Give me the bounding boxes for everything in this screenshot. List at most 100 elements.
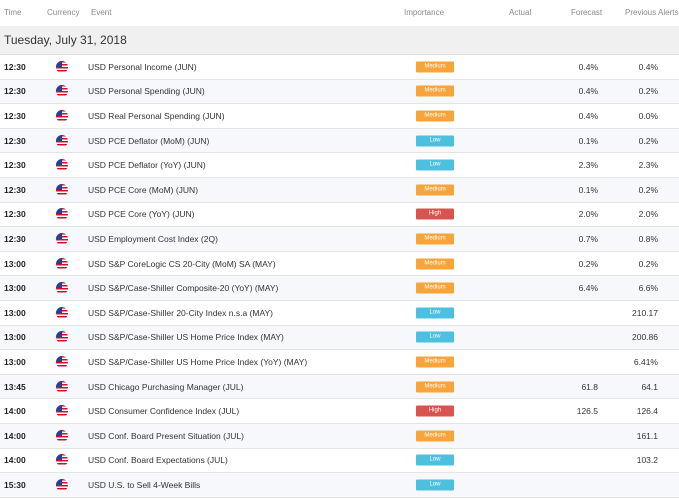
event-previous: 103.2	[636, 455, 658, 466]
importance-badge: High	[416, 405, 454, 417]
us-flag-icon	[56, 306, 68, 319]
table-row[interactable]: 12:30 USD PCE Deflator (MoM) (JUN) Low 0…	[0, 128, 679, 154]
table-row[interactable]: 14:00 USD Conf. Board Expectations (JUL)…	[0, 448, 679, 474]
event-time: 13:00	[4, 356, 26, 367]
event-previous: 0.4%	[638, 61, 658, 72]
event-name[interactable]: USD Conf. Board Present Situation (JUL)	[88, 431, 244, 441]
us-flag-icon	[56, 282, 68, 295]
event-name[interactable]: USD S&P/Case-Shiller US Home Price Index…	[88, 332, 284, 342]
event-name[interactable]: USD Chicago Purchasing Manager (JUL)	[88, 382, 243, 392]
us-flag-icon	[56, 380, 68, 393]
table-row[interactable]: 13:00 USD S&P/Case-Shiller US Home Price…	[0, 325, 679, 351]
event-time: 13:00	[4, 258, 26, 269]
event-forecast: 0.4%	[578, 110, 598, 121]
table-row[interactable]: 12:30 USD Personal Income (JUN) Medium 0…	[0, 55, 679, 80]
event-name[interactable]: USD Personal Income (JUN)	[88, 62, 197, 72]
header-previous[interactable]: Previous	[625, 8, 656, 17]
importance-badge: Medium	[416, 282, 454, 294]
event-name[interactable]: USD S&P/Case-Shiller Composite-20 (YoY) …	[88, 283, 278, 293]
event-forecast: 0.4%	[578, 61, 598, 72]
event-previous: 0.2%	[638, 184, 658, 195]
event-time: 12:30	[4, 135, 26, 146]
table-row[interactable]: 14:00 USD Consumer Confidence Index (JUL…	[0, 399, 679, 424]
table-row[interactable]: 12:30 USD Real Personal Spending (JUN) M…	[0, 104, 679, 129]
event-name[interactable]: USD PCE Deflator (YoY) (JUN)	[88, 160, 206, 170]
importance-badge: Low	[416, 307, 454, 319]
table-row[interactable]: 13:00 USD S&P CoreLogic CS 20-City (MoM)…	[0, 251, 679, 277]
table-row[interactable]: 12:30 USD Personal Spending (JUN) Medium…	[0, 79, 679, 105]
event-previous: 0.0%	[638, 110, 658, 121]
us-flag-icon	[56, 183, 68, 196]
event-time: 13:45	[4, 381, 26, 392]
us-flag-icon	[56, 478, 68, 491]
event-time: 14:00	[4, 455, 26, 466]
us-flag-icon	[56, 232, 68, 245]
event-time: 12:30	[4, 209, 26, 220]
event-previous: 126.4	[636, 406, 658, 417]
event-forecast: 126.5	[576, 406, 598, 417]
table-row[interactable]: 12:30 USD Employment Cost Index (2Q) Med…	[0, 227, 679, 252]
event-time: 14:00	[4, 406, 26, 417]
event-name[interactable]: USD PCE Core (YoY) (JUN)	[88, 209, 194, 219]
table-header: Time Currency Event Importance Actual Fo…	[0, 0, 679, 26]
importance-badge: Medium	[416, 233, 454, 245]
importance-badge: Medium	[416, 61, 454, 73]
header-alerts[interactable]: Alerts	[658, 8, 678, 17]
table-row[interactable]: 12:30 USD PCE Core (MoM) (JUN) Medium 0.…	[0, 177, 679, 203]
header-actual[interactable]: Actual	[509, 8, 531, 17]
us-flag-icon	[56, 159, 68, 172]
us-flag-icon	[56, 429, 68, 442]
event-time: 14:00	[4, 430, 26, 441]
table-row[interactable]: 15:30 USD U.S. to Sell 4-Week Bills Low	[0, 473, 679, 498]
header-time[interactable]: Time	[4, 8, 21, 17]
event-name[interactable]: USD Employment Cost Index (2Q)	[88, 234, 218, 244]
event-name[interactable]: USD Real Personal Spending (JUN)	[88, 111, 225, 121]
event-name[interactable]: USD Consumer Confidence Index (JUL)	[88, 406, 239, 416]
importance-badge: Low	[416, 454, 454, 466]
importance-badge: Low	[416, 159, 454, 171]
event-previous: 0.2%	[638, 135, 658, 146]
event-previous: 2.0%	[638, 209, 658, 220]
date-group-header: Tuesday, July 31, 2018	[0, 26, 679, 55]
header-event[interactable]: Event	[91, 8, 111, 17]
event-forecast: 6.4%	[578, 283, 598, 294]
header-forecast[interactable]: Forecast	[571, 8, 602, 17]
header-importance[interactable]: Importance	[404, 8, 444, 17]
event-name[interactable]: USD Personal Spending (JUN)	[88, 86, 205, 96]
table-row[interactable]: 14:00 USD Conf. Board Present Situation …	[0, 423, 679, 449]
table-row[interactable]: 13:00 USD S&P/Case-Shiller US Home Price…	[0, 350, 679, 375]
importance-badge: Medium	[416, 430, 454, 442]
us-flag-icon	[56, 405, 68, 418]
table-row[interactable]: 12:30 USD PCE Deflator (YoY) (JUN) Low 2…	[0, 153, 679, 178]
event-time: 12:30	[4, 233, 26, 244]
event-name[interactable]: USD PCE Deflator (MoM) (JUN)	[88, 136, 209, 146]
importance-badge: High	[416, 208, 454, 220]
importance-badge: Medium	[416, 110, 454, 122]
table-row[interactable]: 13:00 USD S&P/Case-Shiller Composite-20 …	[0, 276, 679, 301]
importance-badge: Low	[416, 135, 454, 147]
event-time: 12:30	[4, 86, 26, 97]
header-currency[interactable]: Currency	[47, 8, 79, 17]
table-row[interactable]: 12:30 USD PCE Core (YoY) (JUN) High 2.0%…	[0, 202, 679, 228]
table-row[interactable]: 13:45 USD Chicago Purchasing Manager (JU…	[0, 374, 679, 400]
table-row[interactable]: 13:00 USD S&P/Case-Shiller 20-City Index…	[0, 300, 679, 326]
event-previous: 161.1	[636, 430, 658, 441]
us-flag-icon	[56, 109, 68, 122]
importance-badge: Medium	[416, 381, 454, 393]
event-name[interactable]: USD S&P CoreLogic CS 20-City (MoM) SA (M…	[88, 259, 276, 269]
us-flag-icon	[56, 134, 68, 147]
event-name[interactable]: USD Conf. Board Expectations (JUL)	[88, 455, 228, 465]
importance-badge: Medium	[416, 85, 454, 97]
event-name[interactable]: USD S&P/Case-Shiller 20-City Index n.s.a…	[88, 308, 273, 318]
event-name[interactable]: USD PCE Core (MoM) (JUN)	[88, 185, 198, 195]
event-name[interactable]: USD U.S. to Sell 4-Week Bills	[88, 480, 200, 490]
event-time: 12:30	[4, 160, 26, 171]
us-flag-icon	[56, 355, 68, 368]
event-forecast: 2.0%	[578, 209, 598, 220]
event-forecast: 2.3%	[578, 160, 598, 171]
event-previous: 0.2%	[638, 86, 658, 97]
event-forecast: 0.7%	[578, 233, 598, 244]
event-time: 12:30	[4, 61, 26, 72]
event-forecast: 0.1%	[578, 184, 598, 195]
event-name[interactable]: USD S&P/Case-Shiller US Home Price Index…	[88, 357, 307, 367]
